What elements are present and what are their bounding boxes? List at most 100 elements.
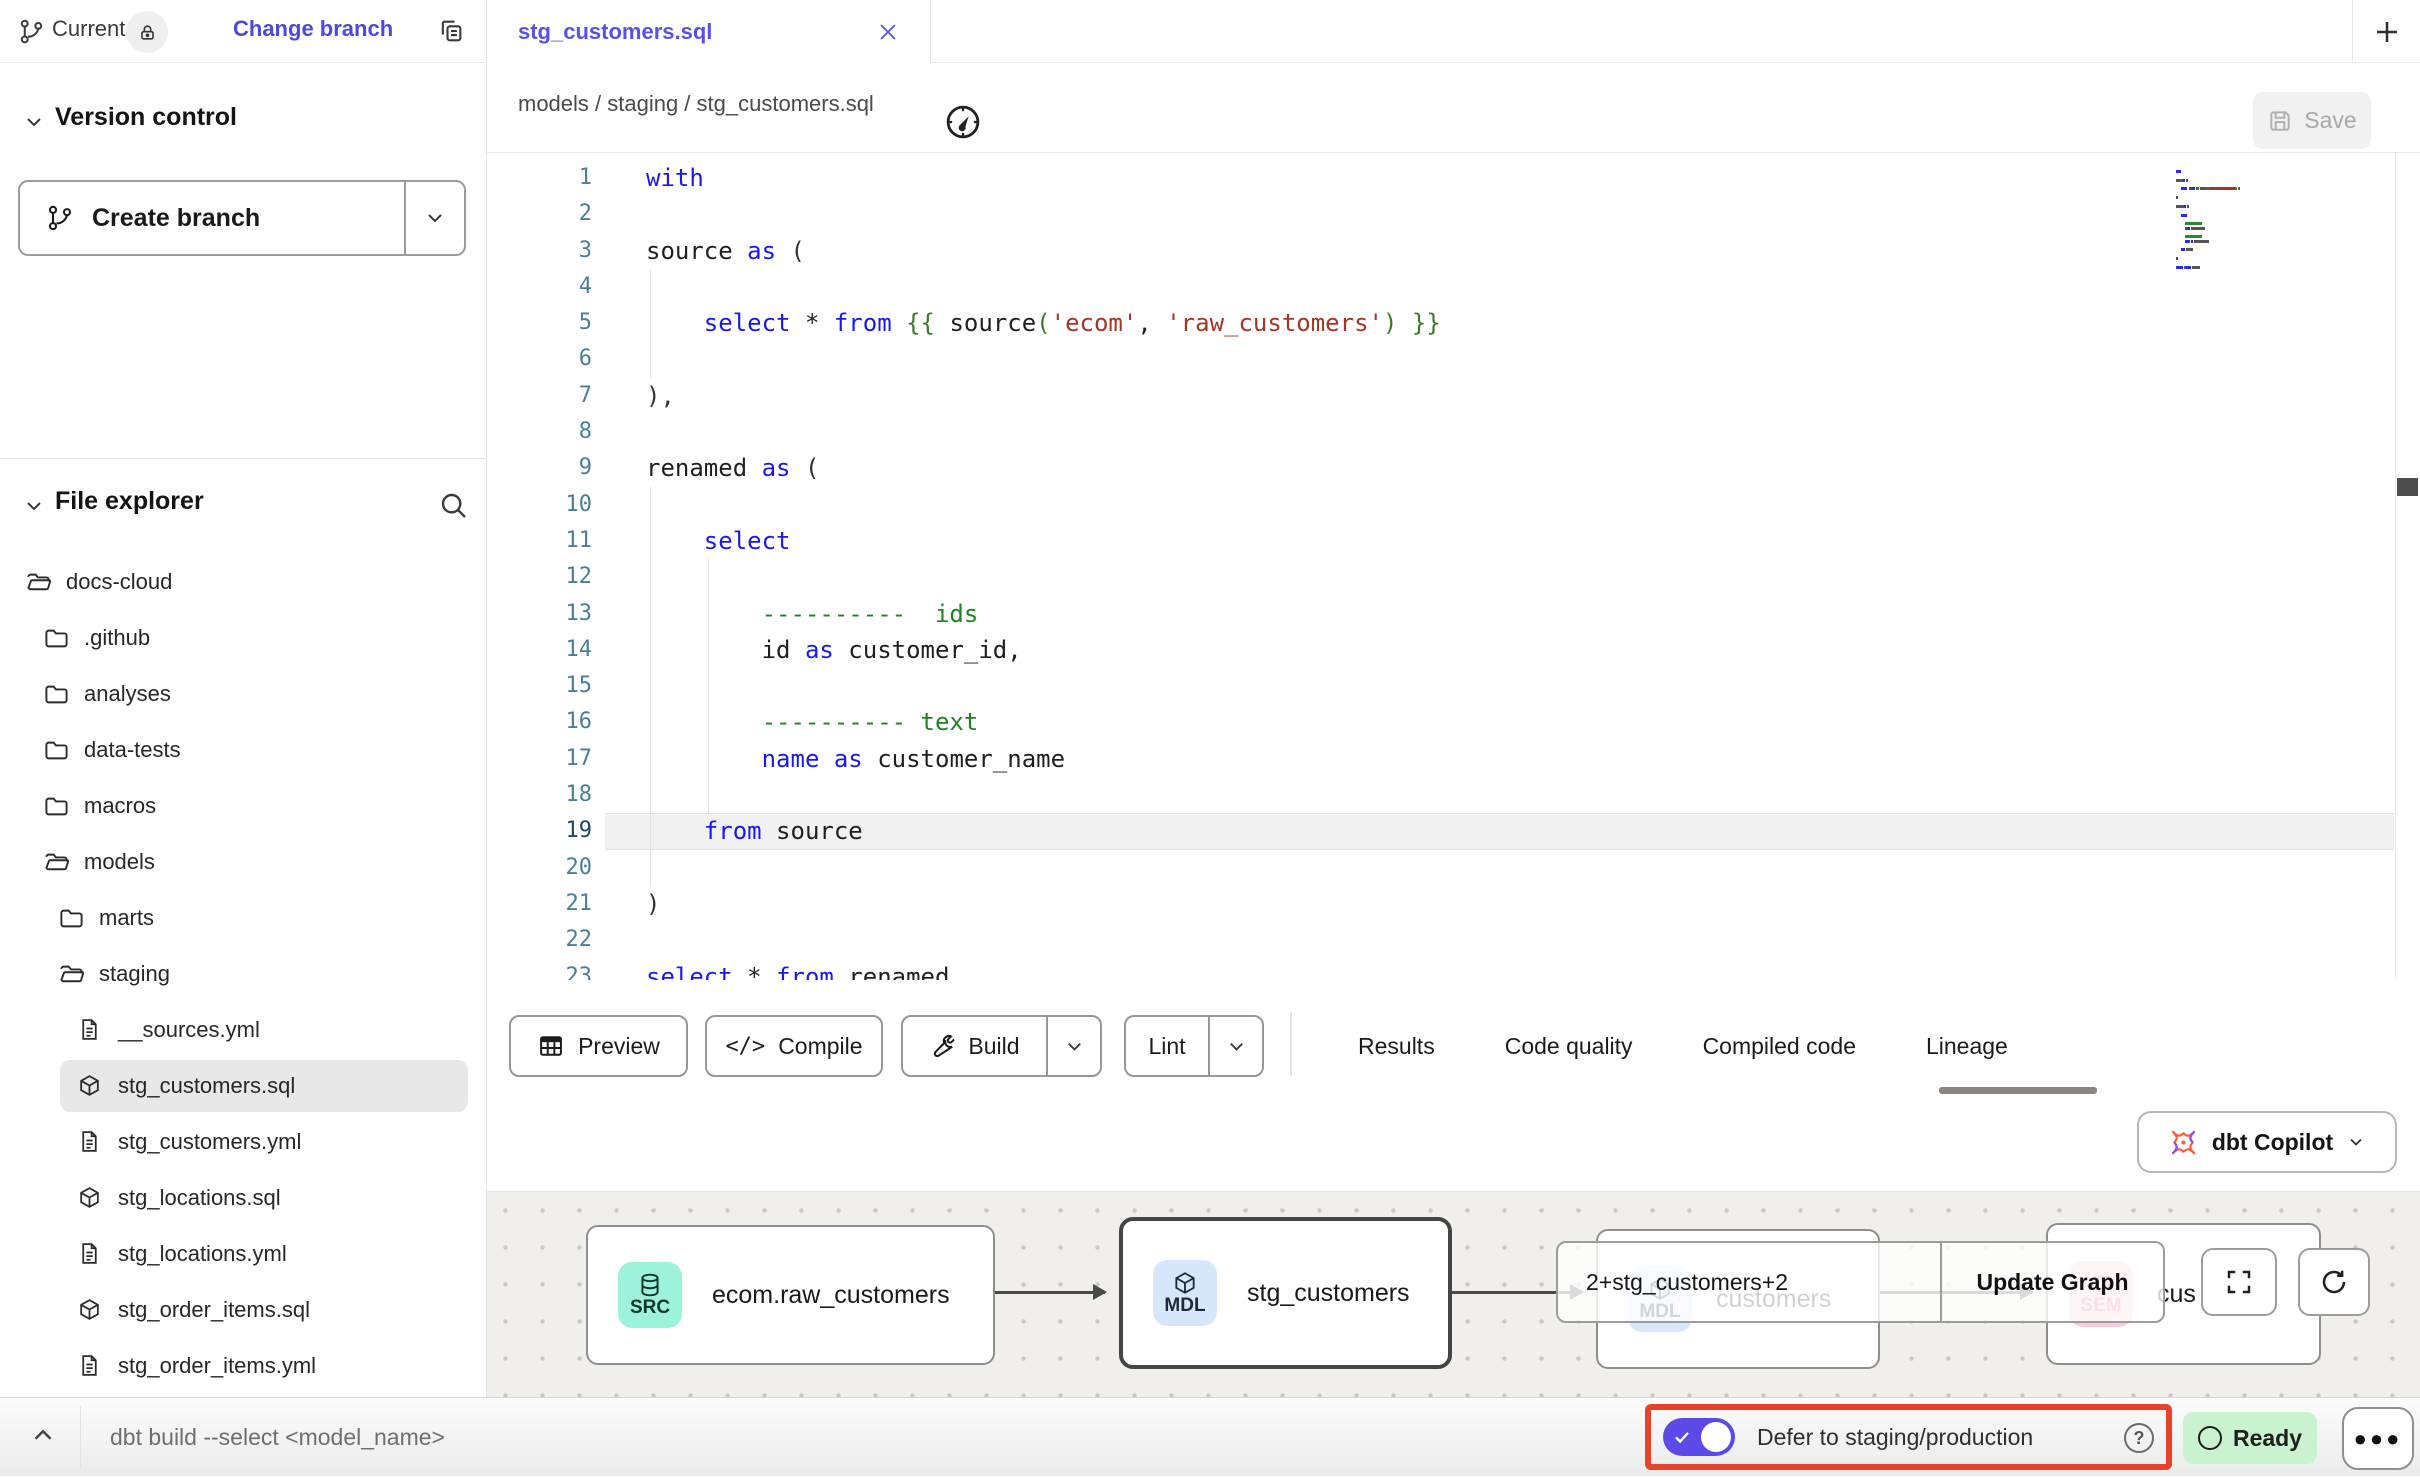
lineage-node-ecom-raw-customers[interactable]: SRC ecom.raw_customers (586, 1225, 995, 1365)
update-graph-button[interactable]: Update Graph (1942, 1243, 2163, 1321)
folder-icon (43, 737, 70, 764)
scrollbar-thumb[interactable] (2397, 478, 2418, 496)
save-button[interactable]: Save (2253, 92, 2371, 149)
tree-item-stg-locations-sql[interactable]: stg_locations.sql (0, 1170, 487, 1226)
folder-icon (43, 625, 70, 652)
results-tabs: Results Code quality Compiled code Lineage (1358, 1015, 2008, 1077)
tree-item--sources-yml[interactable]: __sources.yml (0, 1002, 487, 1058)
tree-item-stg-locations-yml[interactable]: stg_locations.yml (0, 1226, 487, 1282)
indent-guide (650, 668, 651, 704)
tree-item-stg-order-items-yml[interactable]: stg_order_items.yml (0, 1338, 487, 1394)
tree-item-docs-cloud[interactable]: docs-cloud (0, 554, 487, 610)
minimap-line (2176, 177, 2240, 180)
tree-item-stg-customers-sql[interactable]: stg_customers.sql (0, 1058, 487, 1114)
build-dropdown[interactable] (1046, 1017, 1100, 1075)
line-number: 11 (487, 523, 592, 559)
line-number: 22 (487, 922, 592, 958)
tree-item-analyses[interactable]: analyses (0, 666, 487, 722)
source-badge: SRC (618, 1262, 682, 1328)
lineage-panel[interactable]: SRC ecom.raw_customers MDL stg_customers… (487, 1191, 2420, 1397)
create-branch-dropdown[interactable] (404, 182, 464, 254)
file-doc-icon (77, 1017, 104, 1044)
code-line-11: 11 select (487, 523, 2420, 559)
folder-open-icon (58, 961, 85, 988)
results-tab-results[interactable]: Results (1358, 1033, 1435, 1060)
minimap-line (2176, 230, 2209, 233)
code-line-23: 23select * from renamed (487, 959, 2420, 980)
lint-button[interactable]: Lint (1124, 1015, 1264, 1077)
lock-icon (138, 23, 157, 42)
help-icon[interactable]: ? (2124, 1423, 2154, 1453)
file-doc-icon (77, 1353, 104, 1380)
model-health-icon[interactable] (942, 101, 984, 143)
search-icon[interactable] (437, 489, 469, 521)
tree-item-stg-order-items-sql[interactable]: stg_order_items.sql (0, 1282, 487, 1338)
preview-label: Preview (578, 1033, 660, 1060)
status-badge: Ready (2183, 1412, 2317, 1464)
dbt-copilot-button[interactable]: dbt Copilot (2137, 1111, 2397, 1173)
tree-item-data-tests[interactable]: data-tests (0, 722, 487, 778)
results-tab-compiled-code[interactable]: Compiled code (1703, 1033, 1856, 1060)
badge-label: MDL (1164, 1296, 1205, 1316)
code-line-20: 20 (487, 850, 2420, 886)
code-line-13: 13 ---------- ids (487, 596, 2420, 632)
collapse-panel-button[interactable] (28, 1420, 58, 1450)
tree-item-models[interactable]: models (0, 834, 487, 890)
fullscreen-button[interactable] (2201, 1248, 2277, 1316)
version-control-heading: Version control (55, 103, 237, 132)
tree-item-marts[interactable]: marts (0, 890, 487, 946)
tree-item--github[interactable]: .github (0, 610, 487, 666)
chevron-down-icon[interactable] (22, 494, 46, 518)
tree-item-label: stg_order_items.yml (118, 1353, 316, 1379)
indent-guide (650, 269, 651, 305)
divider (0, 458, 487, 459)
status-bar: dbt build --select <model_name> Defer to… (0, 1397, 2420, 1476)
command-input[interactable]: dbt build --select <model_name> (110, 1398, 445, 1477)
tree-item-label: stg_customers.sql (118, 1073, 295, 1099)
line-number: 20 (487, 850, 592, 886)
results-tab-lineage[interactable]: Lineage (1926, 1033, 2008, 1060)
code-line-3: 3source as ( (487, 233, 2420, 269)
close-icon[interactable] (876, 20, 900, 44)
create-branch-button[interactable]: Create branch (18, 180, 466, 256)
lineage-node-stg-customers[interactable]: MDL stg_customers (1119, 1217, 1452, 1369)
tab-stg-customers-sql[interactable]: stg_customers.sql (487, 0, 931, 64)
refresh-button[interactable] (2298, 1248, 2370, 1316)
results-tab-code-quality[interactable]: Code quality (1505, 1033, 1633, 1060)
preview-button[interactable]: Preview (509, 1015, 688, 1077)
sidebar: Current Change branch Version control Cr… (0, 0, 487, 1397)
lineage-selector-input[interactable]: 2+stg_customers+2 (1558, 1243, 1942, 1321)
branch-readonly-button[interactable] (126, 11, 168, 53)
copy-icon[interactable] (437, 17, 465, 45)
compile-button[interactable]: </> Compile (705, 1015, 883, 1077)
database-icon (637, 1272, 663, 1298)
lineage-edge (995, 1291, 1105, 1294)
change-branch-link[interactable]: Change branch (233, 16, 393, 42)
editor-minimap[interactable] (2176, 160, 2314, 270)
line-number: 14 (487, 632, 592, 668)
defer-toggle[interactable] (1663, 1418, 1735, 1456)
lint-dropdown[interactable] (1208, 1017, 1262, 1075)
indent-guide (650, 596, 651, 632)
indent-guide (650, 487, 651, 523)
minimap-line (2176, 225, 2202, 228)
code-line-14: 14 id as customer_id, (487, 632, 2420, 668)
more-options-button[interactable]: ●●● (2342, 1407, 2414, 1470)
tree-item-label: macros (84, 793, 156, 819)
code-editor[interactable]: 1with23source as (45 select * from {{ so… (487, 153, 2420, 980)
tree-item-macros[interactable]: macros (0, 778, 487, 834)
code-line-8: 8 (487, 414, 2420, 450)
branch-header: Current Change branch (0, 0, 487, 63)
copilot-label: dbt Copilot (2212, 1129, 2333, 1156)
build-button[interactable]: Build (901, 1015, 1102, 1077)
file-tree: docs-cloud.githubanalysesdata-tests macro… (0, 554, 487, 1394)
indent-guide (708, 632, 709, 668)
tree-item-stg-customers-yml[interactable]: stg_customers.yml (0, 1114, 487, 1170)
chevron-down-icon[interactable] (22, 110, 46, 134)
line-number: 6 (487, 341, 592, 377)
chevron-down-icon (1063, 1035, 1086, 1058)
current-branch-label: Current (52, 16, 125, 42)
tree-item-staging[interactable]: staging (0, 946, 487, 1002)
new-tab-button[interactable] (2372, 17, 2402, 47)
tree-item-label: models (84, 849, 155, 875)
